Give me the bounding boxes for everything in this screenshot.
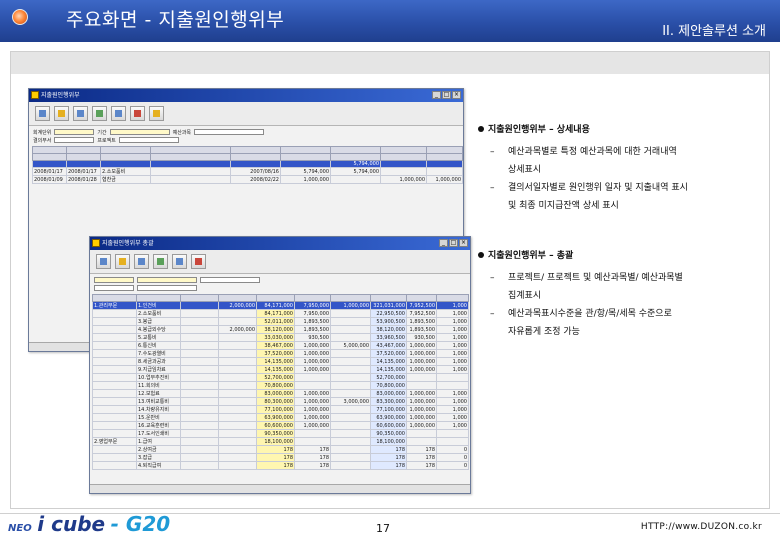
maximize-button[interactable]: □: [449, 239, 458, 247]
table-row[interactable]: 14.차량유지비 77,100,000 1,000,000 77,100,000 1,0…: [92, 405, 469, 414]
page-title: 주요화면 - 지출원인행위부: [66, 9, 285, 31]
table-row[interactable]: 9.지급임차료 14,135,000 1,000,000 14,135,000 1,00…: [92, 365, 469, 374]
filter-label-account: 예산과목: [172, 129, 192, 136]
project-field[interactable]: [137, 285, 197, 291]
table-row[interactable]: 10.업무추진비 52,700,000 52,700,000: [92, 373, 469, 382]
list-item: – 예산과목표시수준을 관/항/목/세목 수준으로: [490, 309, 672, 319]
detail-grid[interactable]: 5,794,000 2008/01/17 2008/01/17 2.소모품비 2…: [32, 146, 463, 184]
app-icon: [92, 239, 100, 247]
summary-description: 지출원인행위부 – 총괄 – 프로젝트/ 프로젝트 및 예산과목별/ 예산과목별 …: [478, 248, 683, 341]
period-field[interactable]: [109, 129, 170, 135]
list-item: 집계표시: [508, 291, 542, 301]
summary-statusbar: [90, 484, 470, 493]
folder-icon[interactable]: [115, 254, 130, 269]
delete-icon[interactable]: [191, 254, 206, 269]
detail-heading-text: 지출원인행위부 – 상세내용: [488, 125, 590, 135]
excel-icon[interactable]: [92, 106, 107, 121]
bullet-icon: [478, 125, 484, 132]
bullet-icon: [478, 251, 484, 258]
table-row[interactable]: 2008/01/17 2008/01/17 2.소모품비 2007/08/16 …: [32, 167, 463, 176]
summary-window-titlebar[interactable]: 지출원인행위부 총괄 _ □ ×: [90, 237, 470, 250]
search-icon[interactable]: [35, 106, 50, 121]
table-row[interactable]: 12.보험료 83,000,000 1,000,000 83,000,000 1,000…: [92, 389, 469, 398]
save-icon[interactable]: [73, 106, 88, 121]
delete-icon[interactable]: [130, 106, 145, 121]
close-button[interactable]: ×: [459, 239, 468, 247]
table-row[interactable]: 16.교육훈련비 60,600,000 1,000,000 60,600,000 1,0…: [92, 421, 469, 430]
excel-icon[interactable]: [153, 254, 168, 269]
unit-field[interactable]: [94, 277, 134, 283]
list-item: – 프로젝트/ 프로젝트 및 예산과목별/ 예산과목별: [490, 273, 683, 283]
table-row[interactable]: 11.회의비 70,800,000 70,800,000: [92, 381, 469, 390]
help-icon[interactable]: [149, 106, 164, 121]
section-title: II. 제안솔루션 소개: [662, 24, 766, 39]
detail-heading: 지출원인행위부 – 상세내용: [478, 122, 688, 135]
minimize-button[interactable]: _: [432, 91, 441, 99]
filter-label-project: 프로젝트: [97, 137, 116, 144]
table-row[interactable]: 3.봉급 52,011,000 1,893,500 53,900,500 1,893,5…: [92, 317, 469, 326]
search-icon[interactable]: [96, 254, 111, 269]
list-item: 자유롭게 조정 가능: [508, 327, 580, 337]
project-field[interactable]: [118, 137, 179, 143]
table-row[interactable]: 1.관리부문 1.인건비 2,000,000 84,171,000 7,950,000 1…: [92, 301, 469, 310]
detail-toolbar: [29, 102, 463, 126]
dept-field[interactable]: [94, 285, 134, 291]
unit-field[interactable]: [54, 129, 95, 135]
close-button[interactable]: ×: [452, 91, 461, 99]
maximize-button[interactable]: □: [442, 91, 451, 99]
table-row[interactable]: 3.잡급 178 178 178 178 0: [92, 453, 469, 462]
detail-grid-header: [32, 146, 463, 154]
summary-heading-text: 지출원인행위부 – 총괄: [488, 251, 574, 261]
table-row[interactable]: 4.봉급외수당 2,000,000 38,120,000 1,893,500 38,12…: [92, 325, 469, 334]
summary-grid-header: [92, 294, 469, 302]
table-row[interactable]: 4.퇴직급여 178 178 178 178 0: [92, 461, 469, 470]
company-url: HTTP://www.DUZON.co.kr: [640, 522, 762, 532]
table-row[interactable]: 5,794,000: [32, 160, 463, 168]
header-bullet-icon: [12, 9, 28, 25]
filter-label-unit: 회계단위: [33, 129, 52, 136]
table-row[interactable]: 8.세금과공과 14,135,000 1,000,000 14,135,000 1,00…: [92, 357, 469, 366]
save-icon[interactable]: [134, 254, 149, 269]
list-item: – 결의서일자별로 원인행위 일자 및 지출내역 표시: [490, 183, 688, 193]
product-logo: NEO i cube - G20: [8, 512, 171, 536]
app-icon: [31, 91, 39, 99]
table-row[interactable]: 6.통신비 38,467,000 1,000,000 5,000,000 43,467,…: [92, 341, 469, 350]
table-row[interactable]: 2.소모품비 84,171,000 7,950,000 22,950,500 7,952…: [92, 309, 469, 318]
list-item: – 예산과목별로 특정 예산과목에 대한 거래내역: [490, 147, 677, 157]
table-row[interactable]: 17.도서인쇄비 90,350,000 90,350,000: [92, 429, 469, 438]
print-icon[interactable]: [111, 106, 126, 121]
detail-filters: 회계단위 기간 예산과목 결의부서 프로젝트: [29, 126, 463, 146]
detail-window-title: 지출원인행위부: [41, 92, 80, 99]
table-row[interactable]: 2.상여금 178 178 178 178 0: [92, 445, 469, 454]
account-field[interactable]: [200, 277, 260, 283]
summary-heading: 지출원인행위부 – 총괄: [478, 248, 683, 261]
summary-grid[interactable]: 1.관리부문 1.인건비 2,000,000 84,171,000 7,950,000 1…: [92, 294, 469, 470]
folder-icon[interactable]: [54, 106, 69, 121]
minimize-button[interactable]: _: [439, 239, 448, 247]
slide-header: 주요화면 - 지출원인행위부 II. 제안솔루션 소개: [0, 0, 780, 42]
list-item: 상세표시: [508, 165, 542, 175]
summary-window-title: 지출원인행위부 총괄: [102, 240, 154, 247]
summary-toolbar: [90, 250, 470, 274]
table-row[interactable]: 2.영업부문 1.급여 18,100,000 18,100,000: [92, 437, 469, 446]
table-row[interactable]: 13.여비교통비 80,300,000 1,000,000 3,000,000 83,3…: [92, 397, 469, 406]
table-row[interactable]: 7.수도광열비 37,520,000 1,000,000 37,520,000 1,00…: [92, 349, 469, 358]
table-row[interactable]: 15.운반비 63,900,000 1,000,000 63,900,000 1,000…: [92, 413, 469, 422]
table-row[interactable]: 5.교통비 33,030,000 930,500 33,960,500 930,500 1…: [92, 333, 469, 342]
dept-field[interactable]: [54, 137, 95, 143]
summary-window[interactable]: 지출원인행위부 총괄 _ □ × 1.관리부문 1.인건비 2,000,000 …: [89, 236, 471, 494]
list-item: 및 최종 미지급잔액 상세 표시: [508, 201, 619, 211]
table-row[interactable]: 2008/01/09 2008/01/28 협찬금 2008/02/22 1,0…: [32, 175, 463, 184]
detail-description: 지출원인행위부 – 상세내용 – 예산과목별로 특정 예산과목에 대한 거래내역 …: [478, 122, 688, 215]
frame-top-band: [11, 52, 769, 74]
filter-label-dept: 결의부서: [33, 137, 52, 144]
detail-grid-header: [32, 153, 463, 161]
account-field[interactable]: [194, 129, 265, 135]
period-field[interactable]: [137, 277, 197, 283]
filter-label-period: 기간: [97, 129, 107, 136]
detail-window-titlebar[interactable]: 지출원인행위부 _ □ ×: [29, 89, 463, 102]
summary-filters: [90, 274, 470, 294]
print-icon[interactable]: [172, 254, 187, 269]
page-number: 17: [376, 522, 390, 535]
